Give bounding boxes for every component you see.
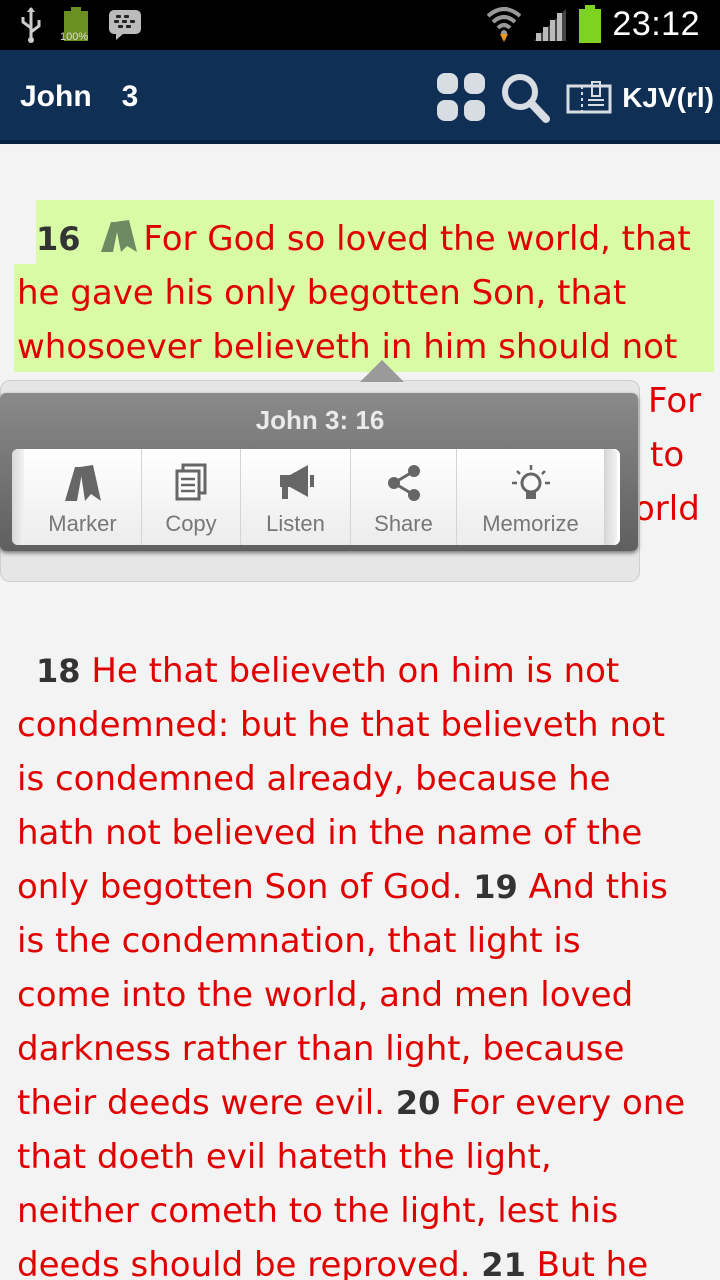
status-bar: 100% 23:12 (0, 0, 720, 50)
clock: 23:12 (612, 4, 700, 43)
verse-number[interactable]: 20 (396, 1084, 441, 1122)
verse-line: only begotten Son of God. 19 And this (17, 867, 668, 907)
megaphone-icon (279, 465, 314, 499)
action-bar: Marker Copy Listen Share Memorize (12, 449, 620, 545)
wifi-icon (487, 7, 522, 42)
verse-line: is condemned already, because he (17, 759, 611, 799)
battery-percent: 100% (60, 31, 89, 43)
bbm-icon (109, 10, 141, 40)
verse-line: darkness rather than light, because (17, 1029, 625, 1069)
share-icon (387, 465, 420, 501)
search-icon[interactable] (500, 72, 550, 124)
verse-line: For (648, 381, 702, 421)
verse-line: come into the world, and men loved (17, 975, 634, 1015)
verse-line: neither cometh to the light, lest his (17, 1191, 619, 1231)
grip-handle (12, 449, 24, 545)
marker-icon (101, 220, 138, 252)
book-icon[interactable] (566, 80, 612, 116)
usb-icon (21, 7, 41, 43)
verse-number[interactable]: 18 (36, 652, 81, 690)
verse-line: deeds should be reproved. 21 But he (17, 1248, 648, 1280)
share-button[interactable]: Share (351, 449, 457, 545)
copy-button[interactable]: Copy (142, 449, 241, 545)
copy-icon (175, 463, 207, 501)
verse-line: to (650, 435, 685, 475)
memorize-button[interactable]: Memorize (457, 449, 605, 545)
chapter-number: 3 (121, 80, 139, 113)
bible-version[interactable]: KJV(rl) (622, 82, 714, 114)
verse-number[interactable]: 19 (473, 868, 518, 906)
lightbulb-icon (511, 465, 550, 499)
popup-title: John 3: 16 (255, 405, 385, 435)
verse-line: is the condemnation, that light is (17, 921, 581, 961)
verse-line: 16 For God so loved the world, that (36, 219, 691, 259)
verse-line: whosoever believeth in him should not (17, 327, 678, 367)
popup-pointer (360, 360, 404, 382)
verse-line: orld (634, 489, 700, 529)
chapter-selector[interactable]: John 3 (20, 80, 138, 114)
grip-handle (605, 449, 617, 545)
verse-number[interactable]: 21 (481, 1246, 526, 1280)
battery-icon (579, 5, 602, 43)
signal-icon (534, 9, 567, 41)
marker-icon (64, 465, 101, 501)
verse-line: hath not believed in the name of the (17, 813, 643, 853)
verse-line: 18 He that believeth on him is not (36, 651, 620, 691)
book-name: John (20, 80, 92, 113)
verse-line: condemned: but he that believeth not (17, 705, 666, 745)
marker-button[interactable]: Marker (24, 449, 142, 545)
listen-button[interactable]: Listen (241, 449, 351, 545)
verse-number[interactable]: 16 (36, 220, 81, 258)
verse-line: he gave his only begotten Son, that (17, 273, 627, 313)
verse-line: their deeds were evil. 20 For every one (17, 1083, 686, 1123)
grid-icon[interactable] (436, 72, 486, 122)
chapter-text[interactable]: 16 For God so loved the world, that he g… (0, 148, 720, 1280)
battery-icon: 100% (60, 7, 90, 43)
app-bar: John 3 KJV(rl) (0, 50, 720, 144)
verse-action-popup: John 3: 16 Marker Copy Listen Share Memo… (0, 393, 638, 551)
verse-line: that doeth evil hateth the light, (17, 1137, 552, 1177)
